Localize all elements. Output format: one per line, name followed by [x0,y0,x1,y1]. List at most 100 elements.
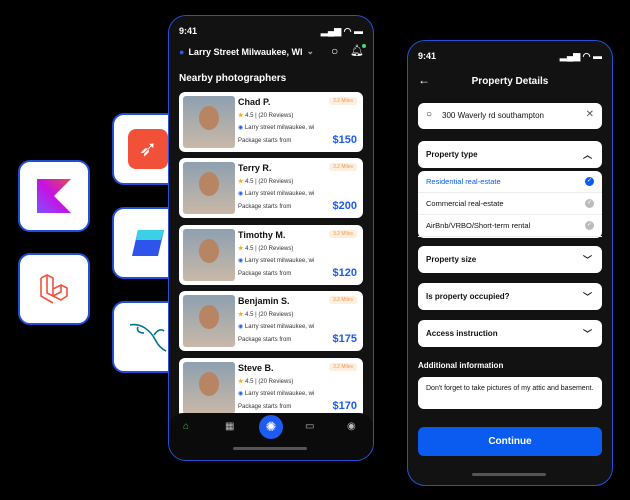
photographer-photo [183,362,235,414]
clear-icon[interactable]: ✕ [586,109,594,120]
rating: ★ 4.5 | (20 Reviews) [238,246,294,252]
property-type-option[interactable]: AirBnb/VRBO/Short-term rental ✓ [418,215,602,237]
nav-chat-icon[interactable]: ▭ [305,421,314,432]
distance-badge: 3.2 Miles [328,363,357,371]
laravel-tile [18,253,90,325]
option-label: Residential real-estate [426,177,501,186]
star-icon: ★ [238,246,244,252]
rating: ★ 4.5 | (20 Reviews) [238,179,294,185]
section-title: Nearby photographers [179,73,287,84]
chevron-down-icon: ﹀ [582,292,592,302]
search-input[interactable]: ○ 300 Waverly rd southampton ✕ [418,103,602,129]
swift-icon: ➶ [128,129,168,169]
address: ◉ Larry street milwaukee, wi [238,390,314,397]
star-icon: ★ [238,312,244,318]
home-indicator [472,473,546,476]
address-text: Larry street milwaukee, wi [244,324,315,330]
additional-info-textarea[interactable]: Don't forget to take pictures of my atti… [418,377,602,409]
location-icon: ◉ [238,125,244,131]
price: $120 [332,267,357,279]
property-details-phone: 9:41 ▂▄▆ ◠ ▬ ← Property Details ○ 300 Wav… [407,40,613,486]
distance-badge: 3.2 Miles [328,163,357,171]
photographer-photo [183,162,235,214]
distance-badge: 3.2 Miles [328,97,357,105]
chevron-down-icon: ⌄ [306,46,315,56]
address: ◉ Larry street milwaukee, wi [238,124,314,131]
photographer-name: Timothy M. [238,230,286,240]
property-type-option[interactable]: Commercial real-estate ✓ [418,193,602,215]
rating-value: 4.5 [245,179,254,185]
package-label: Package starts from [238,404,292,410]
access-instruction-dropdown[interactable]: Access instruction ﹀ [418,320,602,347]
photographer-photo [183,229,235,281]
chevron-down-icon: ﹀ [582,255,592,265]
nav-camera-button[interactable]: ✺ [259,415,283,439]
notification-bell-icon[interactable]: 🔔︎ [350,44,366,57]
mysql-icon [129,323,167,352]
photographers-phone: 9:41 ▂▄▆ ◠ ▬ ● Larry Street Milwaukee, WI… [168,15,374,461]
photographer-name: Terry R. [238,163,272,173]
appwrite-icon [132,230,164,256]
location-icon: ◉ [238,391,244,397]
status-icons: ▂▄▆ ◠ ▬ [320,26,363,36]
distance-badge: 3.2 Miles [328,230,357,238]
chevron-down-icon: ﹀ [582,329,592,339]
property-type-option[interactable]: Residential real-estate ✓ [418,171,602,193]
photographer-name: Chad P. [238,97,271,107]
property-type-dropdown[interactable]: Property type ︿ [418,141,602,168]
search-icon[interactable]: ○ [331,44,338,58]
address-text: Larry street milwaukee, wi [244,258,315,264]
home-indicator [233,447,307,450]
star-icon: ★ [238,179,244,185]
photographer-card[interactable]: Timothy M. 3.2 Miles ★ 4.5 | (20 Reviews… [179,225,363,285]
photographer-card[interactable]: Chad P. 3.2 Miles ★ 4.5 | (20 Reviews) ◉… [179,92,363,152]
package-label: Package starts from [238,337,292,343]
search-icon: ○ [426,109,433,120]
nav-profile-icon[interactable]: ◉ [347,421,356,432]
review-count: (20 Reviews) [258,179,294,185]
address-text: Larry street milwaukee, wi [244,391,315,397]
kotlin-icon [37,179,71,213]
location-icon: ◉ [238,324,244,330]
price: $170 [332,400,357,412]
price: $175 [332,333,357,345]
distance-badge: 3.2 Miles [328,296,357,304]
location-icon: ◉ [238,258,244,264]
additional-info-label: Additional information [418,361,504,370]
photographer-name: Benjamin S. [238,296,290,306]
rating-value: 4.5 [245,246,254,252]
nav-home-icon[interactable]: ⌂ [183,421,189,432]
location-icon: ◉ [238,191,244,197]
property-size-label: Property size [426,255,477,264]
package-label: Package starts from [238,271,292,277]
status-time: 9:41 [179,26,198,36]
check-icon: ✓ [585,221,594,230]
photographer-card[interactable]: Benjamin S. 3.2 Miles ★ 4.5 | (20 Review… [179,291,363,351]
property-size-dropdown[interactable]: Property size ﹀ [418,246,602,273]
star-icon: ★ [238,113,244,119]
kotlin-tile [18,160,90,232]
location-text: Larry Street Milwaukee, WI [188,46,303,57]
package-label: Package starts from [238,204,292,210]
check-icon: ✓ [585,177,594,186]
price: $200 [332,200,357,212]
laravel-icon [40,274,68,304]
nav-calendar-icon[interactable]: ▦ [225,421,234,432]
photographer-card[interactable]: Steve B. 3.2 Miles ★ 4.5 | (20 Reviews) … [179,358,363,418]
review-count: (20 Reviews) [258,312,294,318]
location-selector[interactable]: ● Larry Street Milwaukee, WI ⌄ [179,46,314,57]
location-pin-icon: ● [179,46,185,57]
address: ◉ Larry street milwaukee, wi [238,257,314,264]
review-count: (20 Reviews) [258,379,294,385]
photographer-card[interactable]: Terry R. 3.2 Miles ★ 4.5 | (20 Reviews) … [179,158,363,218]
bottom-nav: ⌂ ▦ ✺ ▭ ◉ [169,413,373,460]
price: $150 [332,134,357,146]
option-label: Commercial real-estate [426,199,504,208]
rating-value: 4.5 [245,113,254,119]
property-occupied-dropdown[interactable]: Is property occupied? ﹀ [418,283,602,310]
check-icon: ✓ [585,199,594,208]
property-type-label: Property type [426,150,478,159]
photographer-photo [183,96,235,148]
chevron-up-icon: ︿ [582,150,592,160]
continue-button[interactable]: Continue [418,427,602,456]
